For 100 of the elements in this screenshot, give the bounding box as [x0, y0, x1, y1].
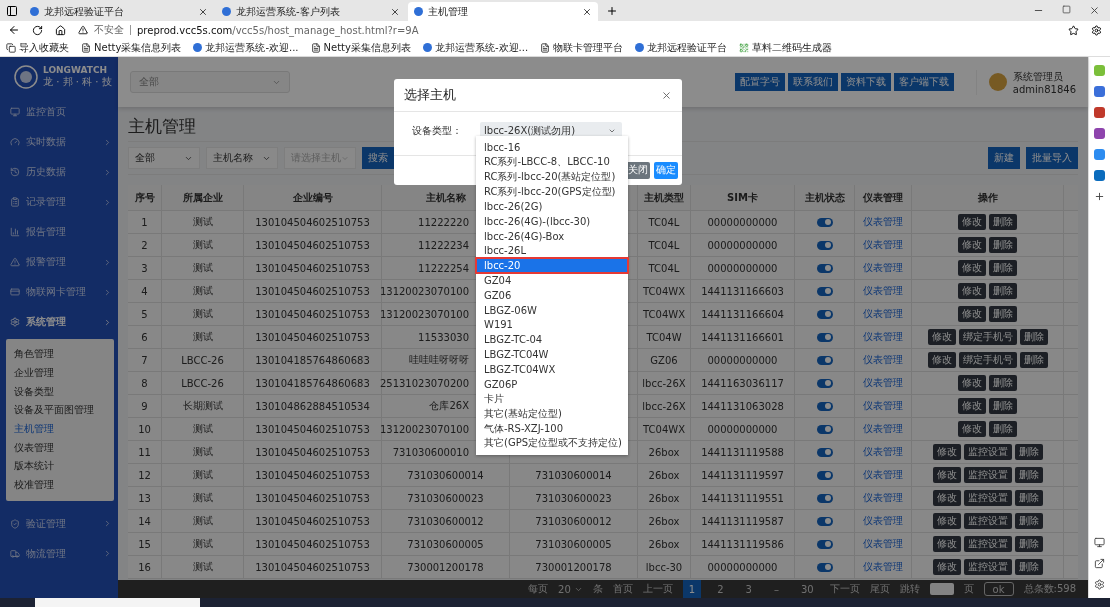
meter-link[interactable]: 仪表管理: [863, 560, 903, 574]
dropdown-option[interactable]: lbcc-16: [476, 140, 628, 155]
row-action-button[interactable]: 监控设置: [963, 490, 1012, 506]
home-icon[interactable]: [55, 24, 66, 36]
status-toggle[interactable]: [816, 447, 833, 457]
action-button[interactable]: 新建: [988, 147, 1020, 169]
back-icon[interactable]: [8, 24, 20, 36]
dropdown-option[interactable]: LBGZ-TC04W: [476, 347, 628, 362]
meter-link[interactable]: 仪表管理: [863, 422, 903, 436]
row-action-button[interactable]: 删除: [989, 398, 1017, 414]
extension-icon[interactable]: [1094, 86, 1105, 97]
page-input[interactable]: [929, 583, 954, 595]
meter-link[interactable]: 仪表管理: [863, 376, 903, 390]
meter-link[interactable]: 仪表管理: [863, 238, 903, 252]
sidebar-item[interactable]: 物联网卡管理: [0, 277, 118, 307]
sidebar-item[interactable]: 报告管理: [0, 217, 118, 247]
submenu-item[interactable]: 仪表管理: [6, 438, 114, 458]
maximize-icon[interactable]: [1062, 5, 1071, 14]
external-link-icon[interactable]: [1094, 558, 1105, 569]
bookmark[interactable]: 草料二维码生成器: [739, 40, 833, 55]
row-action-button[interactable]: 删除: [989, 306, 1017, 322]
search-button[interactable]: 搜索: [362, 147, 394, 169]
sidebar-item[interactable]: 验证管理: [0, 508, 118, 539]
status-toggle[interactable]: [816, 286, 833, 296]
row-action-button[interactable]: 删除: [1014, 444, 1043, 460]
sidebar-item[interactable]: 报警管理: [0, 247, 118, 277]
row-action-button[interactable]: 修改: [932, 536, 961, 552]
page-number[interactable]: 30: [794, 580, 820, 598]
taskbar-search-field[interactable]: [35, 598, 200, 607]
browser-tab[interactable]: 龙邦运营系统-客户列表: [216, 2, 406, 21]
meter-link[interactable]: 仪表管理: [863, 330, 903, 344]
row-action-button[interactable]: 删除: [989, 237, 1017, 253]
submenu-item[interactable]: 企业管理: [6, 363, 114, 383]
meter-link[interactable]: 仪表管理: [863, 307, 903, 321]
meter-link[interactable]: 仪表管理: [863, 261, 903, 275]
extension-icon[interactable]: [1094, 128, 1105, 139]
status-toggle[interactable]: [816, 401, 833, 411]
header-button[interactable]: 客户端下载: [893, 73, 954, 91]
extension-icon[interactable]: [1094, 107, 1105, 118]
dropdown-option[interactable]: 气体-RS-XZJ-100: [476, 421, 628, 436]
status-toggle[interactable]: [816, 470, 833, 480]
row-action-button[interactable]: 修改: [958, 398, 986, 414]
page-number[interactable]: –: [767, 580, 785, 598]
dropdown-option[interactable]: lbcc-26(2G): [476, 199, 628, 214]
row-action-button[interactable]: 修改: [932, 559, 961, 575]
meter-link[interactable]: 仪表管理: [863, 514, 903, 528]
settings-icon[interactable]: [1094, 579, 1105, 590]
close-icon[interactable]: [661, 89, 672, 101]
bookmark[interactable]: 龙邦运营系统-欢迎...: [193, 40, 299, 55]
row-action-button[interactable]: 绑定手机号: [958, 352, 1017, 368]
meter-link[interactable]: 仪表管理: [863, 445, 903, 459]
row-action-button[interactable]: 修改: [958, 237, 986, 253]
submenu-item[interactable]: 设备类型: [6, 382, 114, 402]
page-number[interactable]: 2: [711, 580, 730, 598]
close-icon[interactable]: [1089, 5, 1100, 16]
sidebar-item[interactable]: 实时数据: [0, 127, 118, 157]
add-icon[interactable]: [1094, 191, 1105, 202]
row-action-button[interactable]: 删除: [1014, 559, 1043, 575]
status-toggle[interactable]: [816, 355, 833, 365]
submenu-item[interactable]: 版本统计: [6, 457, 114, 476]
screen-icon[interactable]: [1094, 537, 1105, 548]
browser-tab[interactable]: 龙邦远程验证平台: [24, 2, 214, 21]
meter-link[interactable]: 仪表管理: [863, 468, 903, 482]
row-action-button[interactable]: 修改: [958, 421, 986, 437]
meter-link[interactable]: 仪表管理: [863, 353, 903, 367]
bookmark[interactable]: 导入收藏夹: [6, 40, 69, 55]
row-action-button[interactable]: 监控设置: [963, 536, 1012, 552]
settings-icon[interactable]: [1091, 24, 1102, 36]
dropdown-option[interactable]: LBGZ-TC-04: [476, 332, 628, 348]
status-toggle[interactable]: [816, 217, 833, 227]
reload-icon[interactable]: [32, 24, 43, 36]
page-number[interactable]: 1: [682, 580, 702, 598]
dialog-button[interactable]: 关闭: [626, 161, 650, 179]
row-action-button[interactable]: 监控设置: [963, 444, 1012, 460]
row-action-button[interactable]: 修改: [932, 444, 961, 460]
per-page-select[interactable]: 20: [558, 583, 583, 595]
meter-link[interactable]: 仪表管理: [863, 215, 903, 229]
row-action-button[interactable]: 修改: [958, 375, 986, 391]
meter-link[interactable]: 仪表管理: [863, 491, 903, 505]
submenu-item[interactable]: 校准管理: [6, 475, 114, 495]
row-action-button[interactable]: 修改: [932, 513, 961, 529]
header-button[interactable]: 配置字号: [734, 73, 785, 91]
row-action-button[interactable]: 删除: [989, 283, 1017, 299]
dropdown-option[interactable]: 其它(基站定位型): [476, 406, 628, 422]
sidebar-item[interactable]: 系统管理: [0, 307, 118, 337]
sidebar-item[interactable]: 历史数据: [0, 157, 118, 187]
row-action-button[interactable]: 删除: [989, 375, 1017, 391]
status-toggle[interactable]: [816, 424, 833, 434]
dropdown-option[interactable]: lbcc-20: [476, 258, 628, 274]
row-action-button[interactable]: 删除: [989, 421, 1017, 437]
status-toggle[interactable]: [816, 309, 833, 319]
status-toggle[interactable]: [816, 378, 833, 388]
filter-select[interactable]: 全部: [128, 147, 200, 169]
sidebar-item[interactable]: 记录管理: [0, 187, 118, 217]
bookmark[interactable]: 龙邦远程验证平台: [635, 40, 728, 55]
row-action-button[interactable]: 删除: [1019, 352, 1048, 368]
submenu-item[interactable]: 主机管理: [6, 419, 114, 439]
bookmark[interactable]: 物联卡管理平台: [540, 40, 624, 55]
favorite-icon[interactable]: [1068, 24, 1079, 36]
row-action-button[interactable]: 删除: [989, 214, 1017, 230]
